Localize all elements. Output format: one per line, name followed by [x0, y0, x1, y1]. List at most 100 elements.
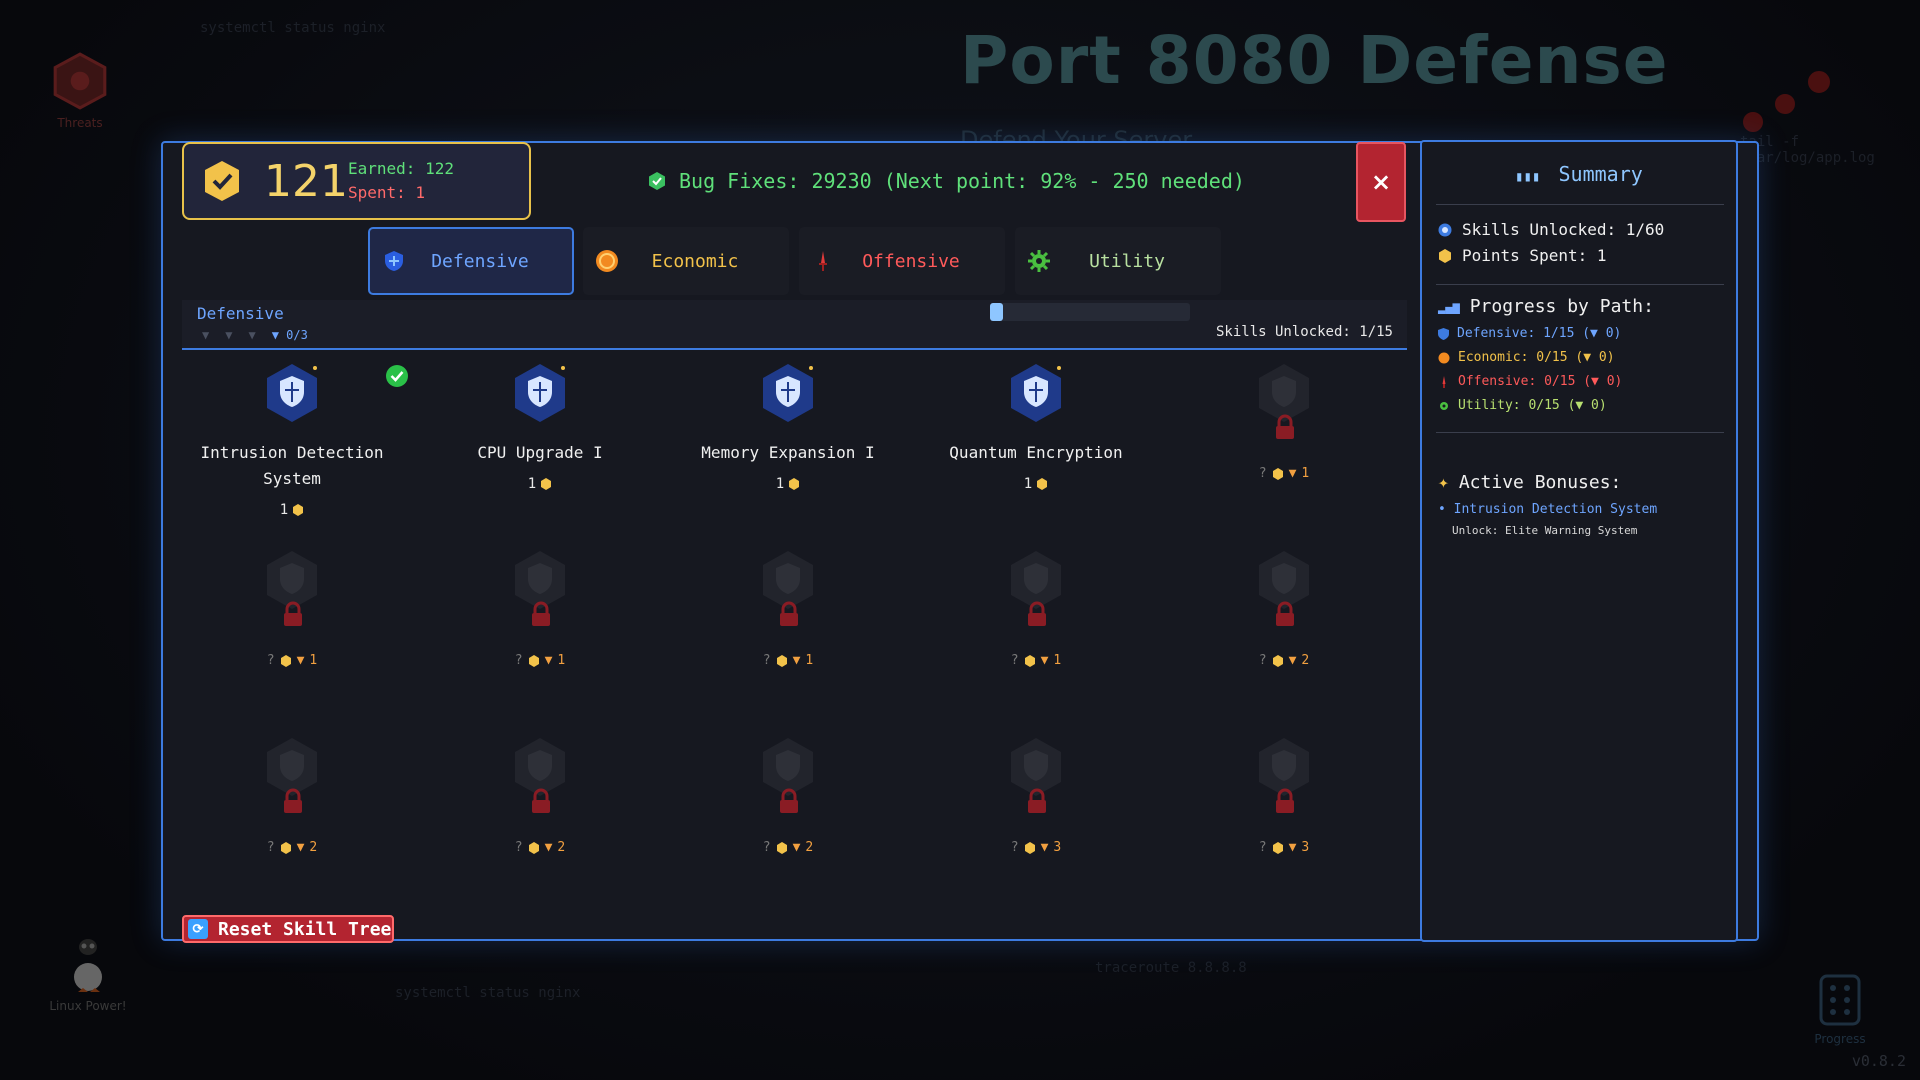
tab-utility-label: Utility — [1089, 250, 1165, 272]
locked-skill-cost: ? ▼ 1 — [430, 653, 650, 668]
locked-skill-node[interactable]: ? ▼ 2 — [430, 726, 650, 896]
unknown-cost: ? — [266, 653, 275, 668]
locked-skill-node[interactable]: ? ▼ 1 — [1174, 352, 1394, 522]
path-progress-utility: Utility: 0/15 (▼ 0) — [1438, 398, 1607, 413]
bug-fixes-text: Bug Fixes: 29230 (Next point: 92% - 250 … — [679, 169, 1245, 193]
target-icon — [1438, 223, 1452, 236]
skill-node[interactable]: Quantum Encryption 1 — [926, 352, 1146, 522]
progress-title-text: Progress by Path: — [1469, 296, 1654, 317]
linux-power-label: Linux Power! — [49, 999, 127, 1013]
unknown-cost: ? — [1258, 466, 1267, 481]
tier-required: 3 — [1301, 840, 1310, 855]
threats-button[interactable]: Threats — [48, 50, 112, 130]
skill-node[interactable]: CPU Upgrade I 1 — [430, 352, 650, 522]
locked-skill-node[interactable]: ? ▼ 1 — [182, 539, 402, 709]
locked-skill-cost: ? ▼ 2 — [182, 840, 402, 855]
close-button[interactable]: × — [1356, 142, 1406, 222]
shield-icon — [763, 364, 813, 422]
locked-skill-cost: ? ▼ 2 — [678, 840, 898, 855]
locked-skill-cost: ? ▼ 2 — [1174, 653, 1394, 668]
skill-point-icon — [1024, 841, 1035, 854]
path-name: Defensive — [197, 304, 284, 323]
tier-arrow-icon: ▼ — [1040, 653, 1049, 668]
path-progress-text: Defensive: 1/15 (▼ 0) — [1457, 326, 1622, 341]
lock-icon — [1276, 601, 1294, 626]
skill-point-icon — [205, 161, 239, 201]
unknown-cost: ? — [1010, 840, 1019, 855]
skill-grid: Intrusion Detection System 1 CPU Upgrade… — [182, 352, 1407, 912]
version-label: v0.8.2 — [1851, 1052, 1906, 1070]
shield-icon — [267, 364, 317, 422]
tab-economic-label: Economic — [651, 250, 739, 272]
tab-offensive[interactable]: Offensive — [799, 227, 1005, 295]
locked-skill-cost: ? ▼ 1 — [1174, 466, 1394, 481]
divider — [1436, 284, 1724, 285]
locked-skill-node[interactable]: ? ▼ 1 — [678, 539, 898, 709]
tier-arrow-icon: ▼ — [1288, 466, 1297, 481]
summary-title: ▮▮▮ Summary — [1422, 162, 1736, 186]
tab-defensive-label: Defensive — [431, 250, 529, 272]
coin-icon — [1438, 352, 1450, 363]
locked-skill-node[interactable]: ? ▼ 1 — [926, 539, 1146, 709]
path-progress-bar — [990, 303, 1190, 321]
locked-skill-node[interactable]: ? ▼ 1 — [430, 539, 650, 709]
tab-defensive[interactable]: Defensive — [368, 227, 574, 295]
skill-point-icon — [1024, 654, 1035, 667]
dagger-icon — [819, 251, 827, 271]
tab-utility[interactable]: Utility — [1015, 227, 1221, 295]
lock-icon — [1276, 414, 1294, 439]
tier-counter: ▼ 0/3 — [271, 328, 308, 342]
progress-button[interactable]: Progress — [1810, 972, 1870, 1046]
tier-arrow-icon: ▼ — [544, 653, 553, 668]
tier-required: 1 — [1053, 653, 1062, 668]
skill-points-box: 121 Earned: 122 Spent: 1 — [182, 142, 531, 220]
linux-power-button[interactable]: Linux Power! — [48, 935, 128, 1013]
skill-point-icon — [776, 841, 787, 854]
bonus-name: • Intrusion Detection System — [1438, 502, 1658, 517]
summary-skills-unlocked: Skills Unlocked: 1/60 — [1438, 220, 1664, 239]
purchased-check-icon — [386, 365, 408, 387]
active-bonuses-text: Active Bonuses: — [1458, 472, 1622, 493]
lock-icon — [780, 601, 798, 626]
locked-skill-cost: ? ▼ 1 — [926, 653, 1146, 668]
lock-icon — [532, 788, 550, 813]
skill-cost-value: 1 — [775, 476, 785, 492]
tab-economic[interactable]: Economic — [583, 227, 789, 295]
locked-skill-node[interactable]: ? ▼ 2 — [678, 726, 898, 896]
skill-point-icon — [1272, 841, 1283, 854]
background-text: systemctl status nginx — [200, 20, 386, 36]
tier-required: 3 — [1053, 840, 1062, 855]
lock-icon — [1028, 788, 1046, 813]
locked-skill-node[interactable]: ? ▼ 2 — [1174, 539, 1394, 709]
bar-chart-icon: ▮▮▮ — [1515, 169, 1541, 185]
bug-fixes-status: Bug Fixes: 29230 (Next point: 92% - 250 … — [647, 169, 1245, 193]
locked-skill-cost: ? ▼ 3 — [926, 840, 1146, 855]
path-skills-unlocked: Skills Unlocked: 1/15 — [1215, 324, 1393, 340]
bug-fix-check-icon — [649, 172, 665, 190]
unknown-cost: ? — [1010, 653, 1019, 668]
background-text: traceroute 8.8.8.8 — [1095, 960, 1247, 976]
locked-skill-node[interactable]: ? ▼ 3 — [1174, 726, 1394, 896]
tier-arrow-icon: ▼ — [792, 840, 801, 855]
lock-icon — [1276, 788, 1294, 813]
lock-icon — [284, 788, 302, 813]
coin-icon — [596, 250, 618, 272]
path-header: Defensive ▼▼▼▼ 0/3 Skills Unlocked: 1/15 — [182, 300, 1407, 350]
path-progress-text: Economic: 0/15 (▼ 0) — [1458, 350, 1615, 365]
tier-arrow-icon: ▼ — [1288, 653, 1297, 668]
bonus-unlock: Unlock: Elite Warning System — [1452, 524, 1638, 537]
skill-point-icon — [528, 841, 539, 854]
lock-icon — [284, 601, 302, 626]
skill-point-icon — [1037, 478, 1048, 490]
skill-cost-value: 1 — [279, 502, 289, 518]
tier-arrow-icon: ▼ — [1288, 840, 1297, 855]
reset-skill-tree-button[interactable]: ⟳ Reset Skill Tree — [182, 915, 394, 943]
background-text: tail -f /var/log/app.log — [1740, 134, 1875, 166]
locked-skill-node[interactable]: ? ▼ 2 — [182, 726, 402, 896]
locked-skill-node[interactable]: ? ▼ 3 — [926, 726, 1146, 896]
skill-cost-value: 1 — [1023, 476, 1033, 492]
points-earned: Earned: 122 — [348, 159, 454, 178]
points-spent-text: Points Spent: 1 — [1462, 246, 1607, 265]
skill-node[interactable]: Intrusion Detection System 1 — [182, 352, 408, 522]
skill-node[interactable]: Memory Expansion I 1 — [678, 352, 898, 522]
